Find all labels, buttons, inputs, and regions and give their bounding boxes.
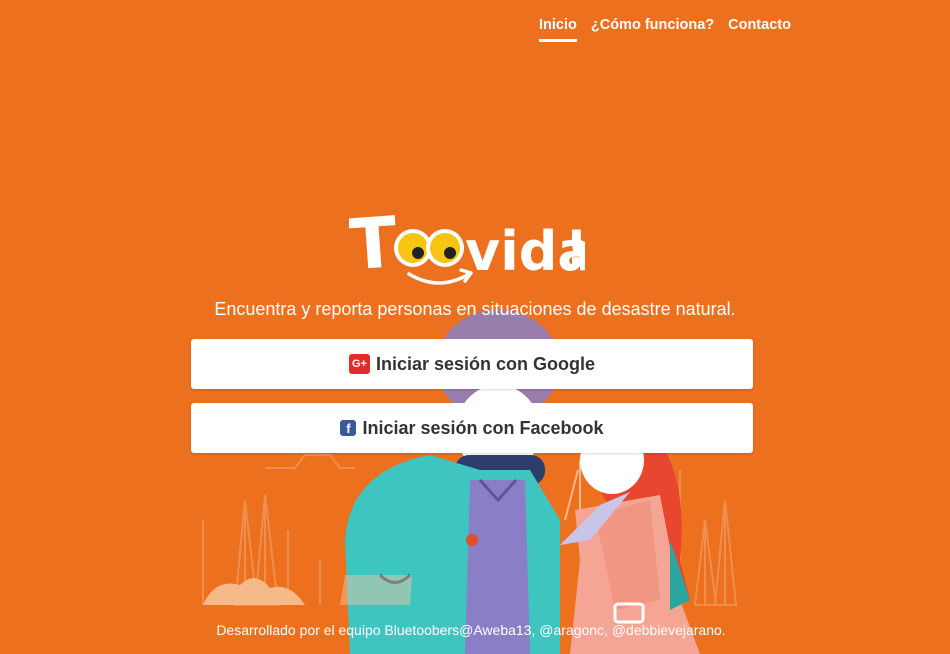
people-illustration — [202, 310, 738, 654]
svg-text:!: ! — [565, 220, 585, 278]
footer-credits: Desarrollado por el equipo Bluetoobers@A… — [216, 622, 726, 638]
tagline: Encuentra y reporta personas en situacio… — [214, 299, 736, 319]
google-plus-icon: G+ — [348, 354, 370, 374]
facebook-login-button[interactable]: f Iniciar sesión con Facebook — [191, 403, 753, 453]
google-login-button[interactable]: G+ Iniciar sesión con Google — [191, 339, 753, 389]
facebook-icon: f — [340, 420, 357, 436]
google-login-label: Iniciar sesión con Google — [375, 353, 596, 374]
facebook-login-label: Iniciar sesión con Facebook — [362, 417, 604, 438]
svg-text:T: T — [349, 201, 400, 286]
toovida-logo: T vida ! — [349, 201, 585, 286]
